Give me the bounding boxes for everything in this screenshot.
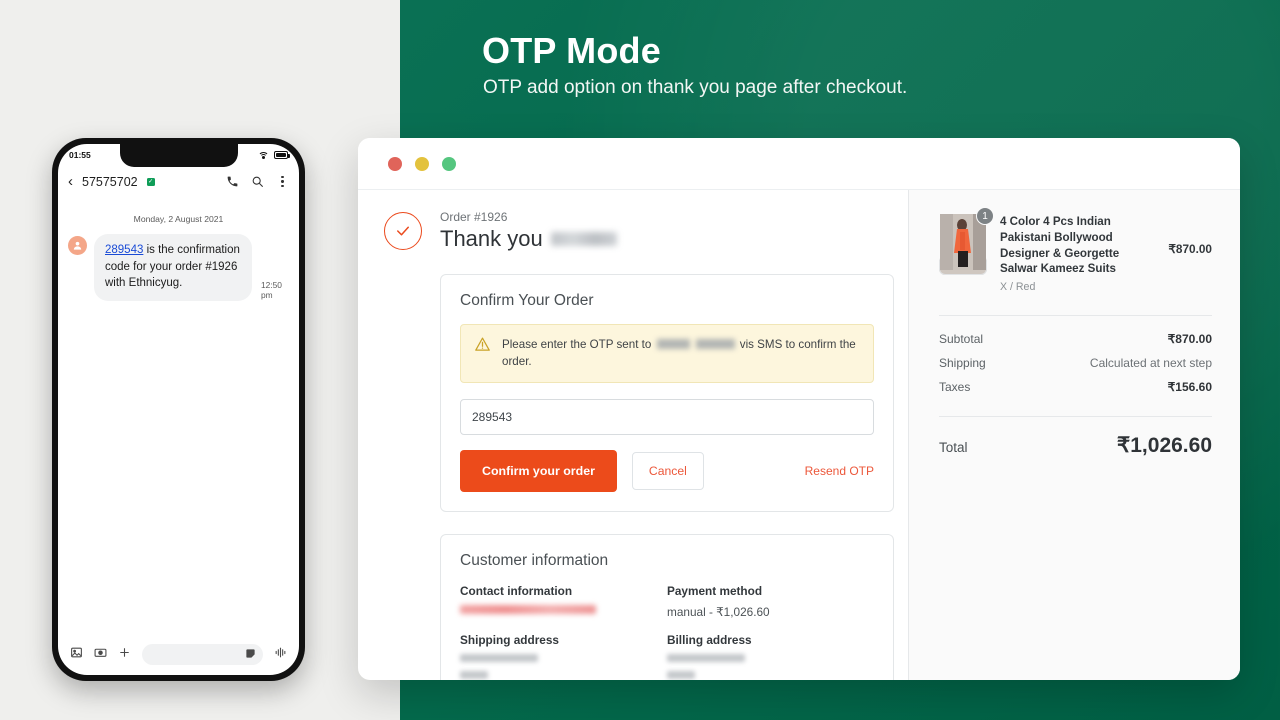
summary-row-taxes: Taxes ₹156.60 [939, 380, 1212, 394]
subtotal-value: ₹870.00 [1167, 332, 1212, 347]
contact-email-redacted [460, 604, 596, 614]
billing-address-line-1-redacted [667, 653, 745, 662]
product-thumbnail [939, 214, 987, 275]
otp-card-title: Confirm Your Order [460, 292, 594, 309]
shipping-address-line-1-redacted [460, 653, 538, 662]
customer-name-redacted [550, 232, 617, 246]
product-thumbnail-wrap: 1 [939, 207, 994, 275]
billing-address-line-2-redacted [667, 670, 695, 679]
otp-input[interactable] [460, 398, 874, 435]
browser-window: Order #1926 Thank you Confirm Your Order [358, 138, 1240, 680]
sms-otp-code[interactable]: 289543 [105, 244, 143, 256]
phone-call-icon[interactable] [226, 175, 239, 188]
total-label: Total [939, 440, 968, 456]
sms-message-bubble: 289543 is the confirmation code for your… [94, 234, 252, 302]
minimize-window-button[interactable] [415, 156, 429, 171]
resend-otp-link[interactable]: Resend OTP [805, 464, 874, 478]
otp-card: Confirm Your Order Please enter the OTP … [440, 274, 894, 512]
sms-timestamp: 12:50 pm [261, 280, 282, 301]
payment-method-label: Payment method [667, 583, 763, 598]
battery-icon [274, 151, 290, 159]
contact-information-block: Contact information [460, 584, 667, 619]
phone-mockup: 01:55 ‹ 57575702 ✓ Monday, 2 August 2021… [52, 138, 305, 681]
total-value: ₹1,026.60 [1116, 434, 1212, 458]
check-circle-icon [384, 212, 422, 250]
confirm-order-button[interactable]: Confirm your order [460, 449, 617, 492]
customer-info-title: Customer information [460, 551, 609, 569]
image-icon[interactable] [70, 646, 83, 664]
order-summary-sidebar: 1 4 Color 4 Pcs Indian Pakistani Bollywo… [908, 190, 1240, 680]
phone-screen: 01:55 ‹ 57575702 ✓ Monday, 2 August 2021… [58, 144, 299, 675]
sms-compose-bar [58, 644, 299, 665]
sms-text-input[interactable] [142, 644, 263, 665]
payment-method-block: Payment method manual - ₹1,026.60 [667, 584, 874, 619]
summary-divider-2 [939, 416, 1212, 418]
window-content: Order #1926 Thank you Confirm Your Order [358, 190, 1240, 680]
audio-waveform-icon[interactable] [274, 646, 287, 664]
otp-warning-banner: Please enter the OTP sent to vis SMS to … [460, 324, 874, 383]
maximize-window-button[interactable] [442, 156, 456, 171]
taxes-value: ₹156.60 [1167, 380, 1212, 395]
status-time: 01:55 [69, 150, 91, 160]
otp-warning-prefix: Please enter the OTP sent to [502, 338, 652, 351]
contact-avatar-icon [68, 236, 87, 255]
shipping-address-line-2-redacted [460, 670, 488, 679]
sms-date-divider: Monday, 2 August 2021 [133, 214, 224, 224]
billing-address-block: Billing address [667, 633, 874, 680]
product-price: ₹870.00 [1168, 242, 1212, 256]
shipping-address-block: Shipping address [460, 633, 667, 680]
order-confirmation-header: Order #1926 Thank you [358, 210, 908, 252]
otp-warning-text: Please enter the OTP sent to vis SMS to … [502, 336, 860, 371]
camera-icon[interactable] [94, 646, 107, 664]
sticker-icon[interactable] [245, 646, 256, 664]
sms-conversation-header: ‹ 57575702 ✓ [58, 166, 299, 198]
close-window-button[interactable] [388, 156, 402, 171]
product-name: 4 Color 4 Pcs Indian Pakistani Bollywood… [1000, 215, 1120, 276]
product-variant: X / Red [1000, 281, 1036, 294]
plus-icon[interactable] [118, 646, 131, 664]
summary-row-subtotal: Subtotal ₹870.00 [939, 332, 1212, 346]
more-vertical-icon[interactable] [276, 175, 289, 188]
summary-divider-1 [939, 315, 1212, 317]
payment-method-value: manual - ₹1,026.60 [667, 604, 770, 619]
shipping-value: Calculated at next step [1089, 356, 1212, 371]
billing-address-label: Billing address [667, 632, 752, 647]
warning-triangle-icon [474, 336, 491, 358]
promo-subtitle: OTP add option on thank you page after c… [483, 77, 908, 98]
cancel-button[interactable]: Cancel [631, 451, 704, 490]
window-titlebar [358, 138, 1240, 190]
phone-status-bar: 01:55 [58, 144, 299, 166]
checkout-main-column: Order #1926 Thank you Confirm Your Order [358, 190, 908, 680]
page-title: Thank you [440, 226, 617, 252]
otp-actions: Confirm your order Cancel Resend OTP [460, 449, 874, 492]
product-quantity-badge: 1 [976, 207, 994, 225]
verified-badge-icon: ✓ [146, 177, 155, 186]
taxes-label: Taxes [939, 380, 971, 395]
wifi-icon [258, 151, 269, 160]
sms-message-row: 289543 is the confirmation code for your… [58, 234, 299, 302]
customer-info-grid: Contact information Payment method manua… [460, 584, 874, 680]
contact-information-label: Contact information [460, 583, 573, 598]
customer-information-card: Customer information Contact information… [440, 533, 894, 680]
thank-you-text: Thank you [440, 226, 543, 251]
promo-title: OTP Mode [482, 30, 661, 71]
order-number: Order #1926 [440, 210, 508, 224]
phone-number-redacted [656, 339, 735, 349]
summary-row-shipping: Shipping Calculated at next step [939, 356, 1212, 370]
back-arrow-icon[interactable]: ‹ [68, 174, 73, 189]
search-icon[interactable] [251, 175, 264, 188]
order-line-item: 1 4 Color 4 Pcs Indian Pakistani Bollywo… [939, 207, 1212, 294]
shipping-label: Shipping [939, 356, 986, 371]
sms-sender-number: 57575702 [82, 174, 138, 189]
subtotal-label: Subtotal [939, 332, 984, 347]
summary-row-total: Total ₹1,026.60 [939, 433, 1212, 458]
shipping-address-label: Shipping address [460, 632, 559, 647]
screenshot-root: OTP Mode OTP add option on thank you pag… [0, 0, 1280, 720]
